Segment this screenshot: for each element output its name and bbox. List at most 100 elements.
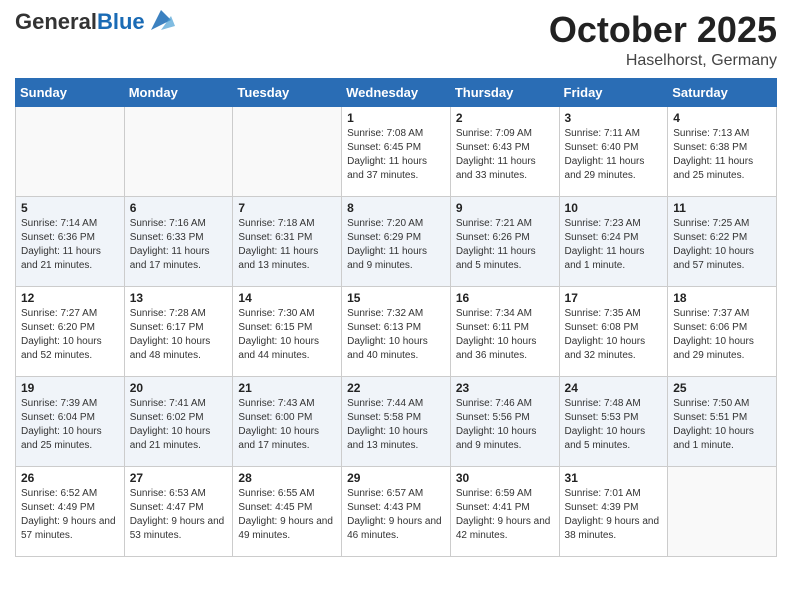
week-row-4: 19 Sunrise: 7:39 AMSunset: 6:04 PMDayligh… — [16, 376, 777, 466]
day-number: 8 — [347, 201, 445, 215]
day-info: Sunrise: 7:28 AMSunset: 6:17 PMDaylight:… — [130, 307, 228, 363]
weekday-header-wednesday: Wednesday — [342, 78, 451, 106]
month-title: October 2025 — [549, 10, 777, 50]
day-number: 14 — [238, 291, 336, 305]
day-info: Sunrise: 7:44 AMSunset: 5:58 PMDaylight:… — [347, 397, 445, 453]
day-info: Sunrise: 7:09 AMSunset: 6:43 PMDaylight:… — [456, 127, 554, 183]
title-block: October 2025 Haselhorst, Germany — [549, 10, 777, 70]
day-number: 26 — [21, 471, 119, 485]
day-number: 10 — [565, 201, 663, 215]
location: Haselhorst, Germany — [549, 52, 777, 70]
day-cell: 6Sunrise: 7:16 AMSunset: 6:33 PMDaylight… — [124, 196, 233, 286]
day-cell: 10Sunrise: 7:23 AMSunset: 6:24 PMDayligh… — [559, 196, 668, 286]
day-info: Sunrise: 7:35 AMSunset: 6:08 PMDaylight:… — [565, 307, 663, 363]
day-cell: 4 Sunrise: 7:13 AMSunset: 6:38 PMDaylight… — [668, 106, 777, 196]
day-number: 1 — [347, 111, 445, 125]
week-row-1: 1 Sunrise: 7:08 AMSunset: 6:45 PMDaylight… — [16, 106, 777, 196]
day-cell: 14Sunrise: 7:30 AMSunset: 6:15 PMDayligh… — [233, 286, 342, 376]
day-cell: 28Sunrise: 6:55 AMSunset: 4:45 PMDayligh… — [233, 466, 342, 556]
day-info: Sunrise: 7:48 AMSunset: 5:53 PMDaylight:… — [565, 397, 663, 453]
day-number: 3 — [565, 111, 663, 125]
day-cell: 9 Sunrise: 7:21 AMSunset: 6:26 PMDaylight… — [450, 196, 559, 286]
day-cell: 31 Sunrise: 7:01 AMSunset: 4:39 PMDayligh… — [559, 466, 668, 556]
day-number: 13 — [130, 291, 228, 305]
week-row-3: 12 Sunrise: 7:27 AMSunset: 6:20 PMDayligh… — [16, 286, 777, 376]
day-cell: 7Sunrise: 7:18 AMSunset: 6:31 PMDaylight… — [233, 196, 342, 286]
day-cell: 18Sunrise: 7:37 AMSunset: 6:06 PMDayligh… — [668, 286, 777, 376]
weekday-header-sunday: Sunday — [16, 78, 125, 106]
day-cell: 30 Sunrise: 6:59 AMSunset: 4:41 PMDayligh… — [450, 466, 559, 556]
logo-general: GeneralBlue — [15, 10, 145, 34]
day-cell: 13 Sunrise: 7:28 AMSunset: 6:17 PMDayligh… — [124, 286, 233, 376]
day-info: Sunrise: 6:52 AMSunset: 4:49 PMDaylight:… — [21, 487, 119, 543]
weekday-header-tuesday: Tuesday — [233, 78, 342, 106]
day-info: Sunrise: 7:01 AMSunset: 4:39 PMDaylight:… — [565, 487, 663, 543]
day-cell: 23Sunrise: 7:46 AMSunset: 5:56 PMDayligh… — [450, 376, 559, 466]
weekday-header-thursday: Thursday — [450, 78, 559, 106]
day-number: 12 — [21, 291, 119, 305]
day-cell — [233, 106, 342, 196]
day-number: 29 — [347, 471, 445, 485]
page-container: GeneralBlue October 2025 Haselhorst, Ger… — [0, 0, 792, 567]
day-info: Sunrise: 7:25 AMSunset: 6:22 PMDaylight:… — [673, 217, 771, 273]
day-info: Sunrise: 7:13 AMSunset: 6:38 PMDaylight:… — [673, 127, 771, 183]
day-cell: 25Sunrise: 7:50 AMSunset: 5:51 PMDayligh… — [668, 376, 777, 466]
day-info: Sunrise: 6:53 AMSunset: 4:47 PMDaylight:… — [130, 487, 228, 543]
weekday-header-row: SundayMondayTuesdayWednesdayThursdayFrid… — [16, 78, 777, 106]
day-number: 7 — [238, 201, 336, 215]
day-info: Sunrise: 7:14 AMSunset: 6:36 PMDaylight:… — [21, 217, 119, 273]
day-cell: 2 Sunrise: 7:09 AMSunset: 6:43 PMDaylight… — [450, 106, 559, 196]
day-number: 15 — [347, 291, 445, 305]
day-cell: 1 Sunrise: 7:08 AMSunset: 6:45 PMDaylight… — [342, 106, 451, 196]
day-cell: 15Sunrise: 7:32 AMSunset: 6:13 PMDayligh… — [342, 286, 451, 376]
day-cell: 5Sunrise: 7:14 AMSunset: 6:36 PMDaylight… — [16, 196, 125, 286]
day-cell: 17 Sunrise: 7:35 AMSunset: 6:08 PMDayligh… — [559, 286, 668, 376]
weekday-header-monday: Monday — [124, 78, 233, 106]
day-cell: 11 Sunrise: 7:25 AMSunset: 6:22 PMDayligh… — [668, 196, 777, 286]
day-info: Sunrise: 7:41 AMSunset: 6:02 PMDaylight:… — [130, 397, 228, 453]
day-number: 27 — [130, 471, 228, 485]
day-cell: 19 Sunrise: 7:39 AMSunset: 6:04 PMDayligh… — [16, 376, 125, 466]
day-number: 6 — [130, 201, 228, 215]
day-cell: 22 Sunrise: 7:44 AMSunset: 5:58 PMDayligh… — [342, 376, 451, 466]
day-cell: 21Sunrise: 7:43 AMSunset: 6:00 PMDayligh… — [233, 376, 342, 466]
day-info: Sunrise: 7:37 AMSunset: 6:06 PMDaylight:… — [673, 307, 771, 363]
day-number: 9 — [456, 201, 554, 215]
day-number: 16 — [456, 291, 554, 305]
day-cell: 3 Sunrise: 7:11 AMSunset: 6:40 PMDaylight… — [559, 106, 668, 196]
day-number: 11 — [673, 201, 771, 215]
day-info: Sunrise: 7:11 AMSunset: 6:40 PMDaylight:… — [565, 127, 663, 183]
day-info: Sunrise: 7:39 AMSunset: 6:04 PMDaylight:… — [21, 397, 119, 453]
calendar-table: SundayMondayTuesdayWednesdayThursdayFrid… — [15, 78, 777, 557]
day-number: 30 — [456, 471, 554, 485]
day-info: Sunrise: 6:57 AMSunset: 4:43 PMDaylight:… — [347, 487, 445, 543]
day-cell — [16, 106, 125, 196]
day-info: Sunrise: 7:08 AMSunset: 6:45 PMDaylight:… — [347, 127, 445, 183]
day-number: 2 — [456, 111, 554, 125]
day-cell — [668, 466, 777, 556]
day-cell: 26 Sunrise: 6:52 AMSunset: 4:49 PMDayligh… — [16, 466, 125, 556]
day-number: 20 — [130, 381, 228, 395]
day-cell: 27 Sunrise: 6:53 AMSunset: 4:47 PMDayligh… — [124, 466, 233, 556]
weekday-header-saturday: Saturday — [668, 78, 777, 106]
week-row-5: 26 Sunrise: 6:52 AMSunset: 4:49 PMDayligh… — [16, 466, 777, 556]
header: GeneralBlue October 2025 Haselhorst, Ger… — [15, 10, 777, 70]
weekday-header-friday: Friday — [559, 78, 668, 106]
day-info: Sunrise: 7:20 AMSunset: 6:29 PMDaylight:… — [347, 217, 445, 273]
day-number: 17 — [565, 291, 663, 305]
day-info: Sunrise: 7:21 AMSunset: 6:26 PMDaylight:… — [456, 217, 554, 273]
day-number: 4 — [673, 111, 771, 125]
day-number: 22 — [347, 381, 445, 395]
day-info: Sunrise: 6:59 AMSunset: 4:41 PMDaylight:… — [456, 487, 554, 543]
day-number: 31 — [565, 471, 663, 485]
day-cell — [124, 106, 233, 196]
day-info: Sunrise: 7:27 AMSunset: 6:20 PMDaylight:… — [21, 307, 119, 363]
logo-icon — [147, 6, 175, 34]
day-info: Sunrise: 7:34 AMSunset: 6:11 PMDaylight:… — [456, 307, 554, 363]
day-number: 24 — [565, 381, 663, 395]
day-number: 19 — [21, 381, 119, 395]
day-cell: 16 Sunrise: 7:34 AMSunset: 6:11 PMDayligh… — [450, 286, 559, 376]
day-number: 25 — [673, 381, 771, 395]
logo: GeneralBlue — [15, 10, 175, 34]
day-cell: 12 Sunrise: 7:27 AMSunset: 6:20 PMDayligh… — [16, 286, 125, 376]
